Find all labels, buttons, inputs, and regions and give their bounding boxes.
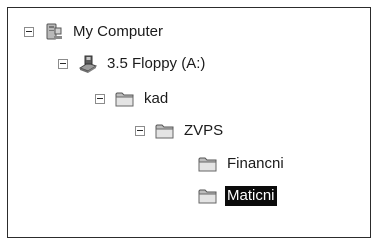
folder-icon [198, 157, 217, 172]
folder-tree-view[interactable]: My Computer 3.5 Floppy (A:) kad ZVPS Fin… [7, 7, 371, 238]
tree-node-folder-kad[interactable]: kad [95, 87, 170, 111]
tree-node-label: 3.5 Floppy (A:) [107, 55, 206, 72]
collapse-toggle-kad[interactable] [95, 94, 105, 104]
tree-node-label: Financni [227, 155, 284, 172]
tree-node-label-selected: Maticni [225, 186, 277, 206]
collapse-toggle-zvps[interactable] [135, 126, 145, 136]
tree-node-floppy-drive[interactable]: 3.5 Floppy (A:) [58, 52, 207, 76]
folder-icon [155, 124, 174, 139]
tree-node-folder-zvps[interactable]: ZVPS [135, 119, 225, 143]
tree-node-folder-maticni[interactable]: Maticni [198, 184, 277, 208]
collapse-toggle-my-computer[interactable] [24, 27, 34, 37]
folder-icon [198, 189, 217, 204]
floppy-drive-icon [78, 55, 98, 73]
tree-node-label: ZVPS [184, 122, 224, 139]
tree-node-folder-financni[interactable]: Financni [198, 152, 286, 176]
computer-icon [46, 23, 62, 40]
folder-icon [115, 92, 134, 107]
tree-node-label: My Computer [73, 23, 164, 40]
tree-node-label: kad [144, 90, 169, 107]
tree-node-my-computer[interactable]: My Computer [24, 20, 165, 44]
collapse-toggle-floppy-drive[interactable] [58, 59, 68, 69]
